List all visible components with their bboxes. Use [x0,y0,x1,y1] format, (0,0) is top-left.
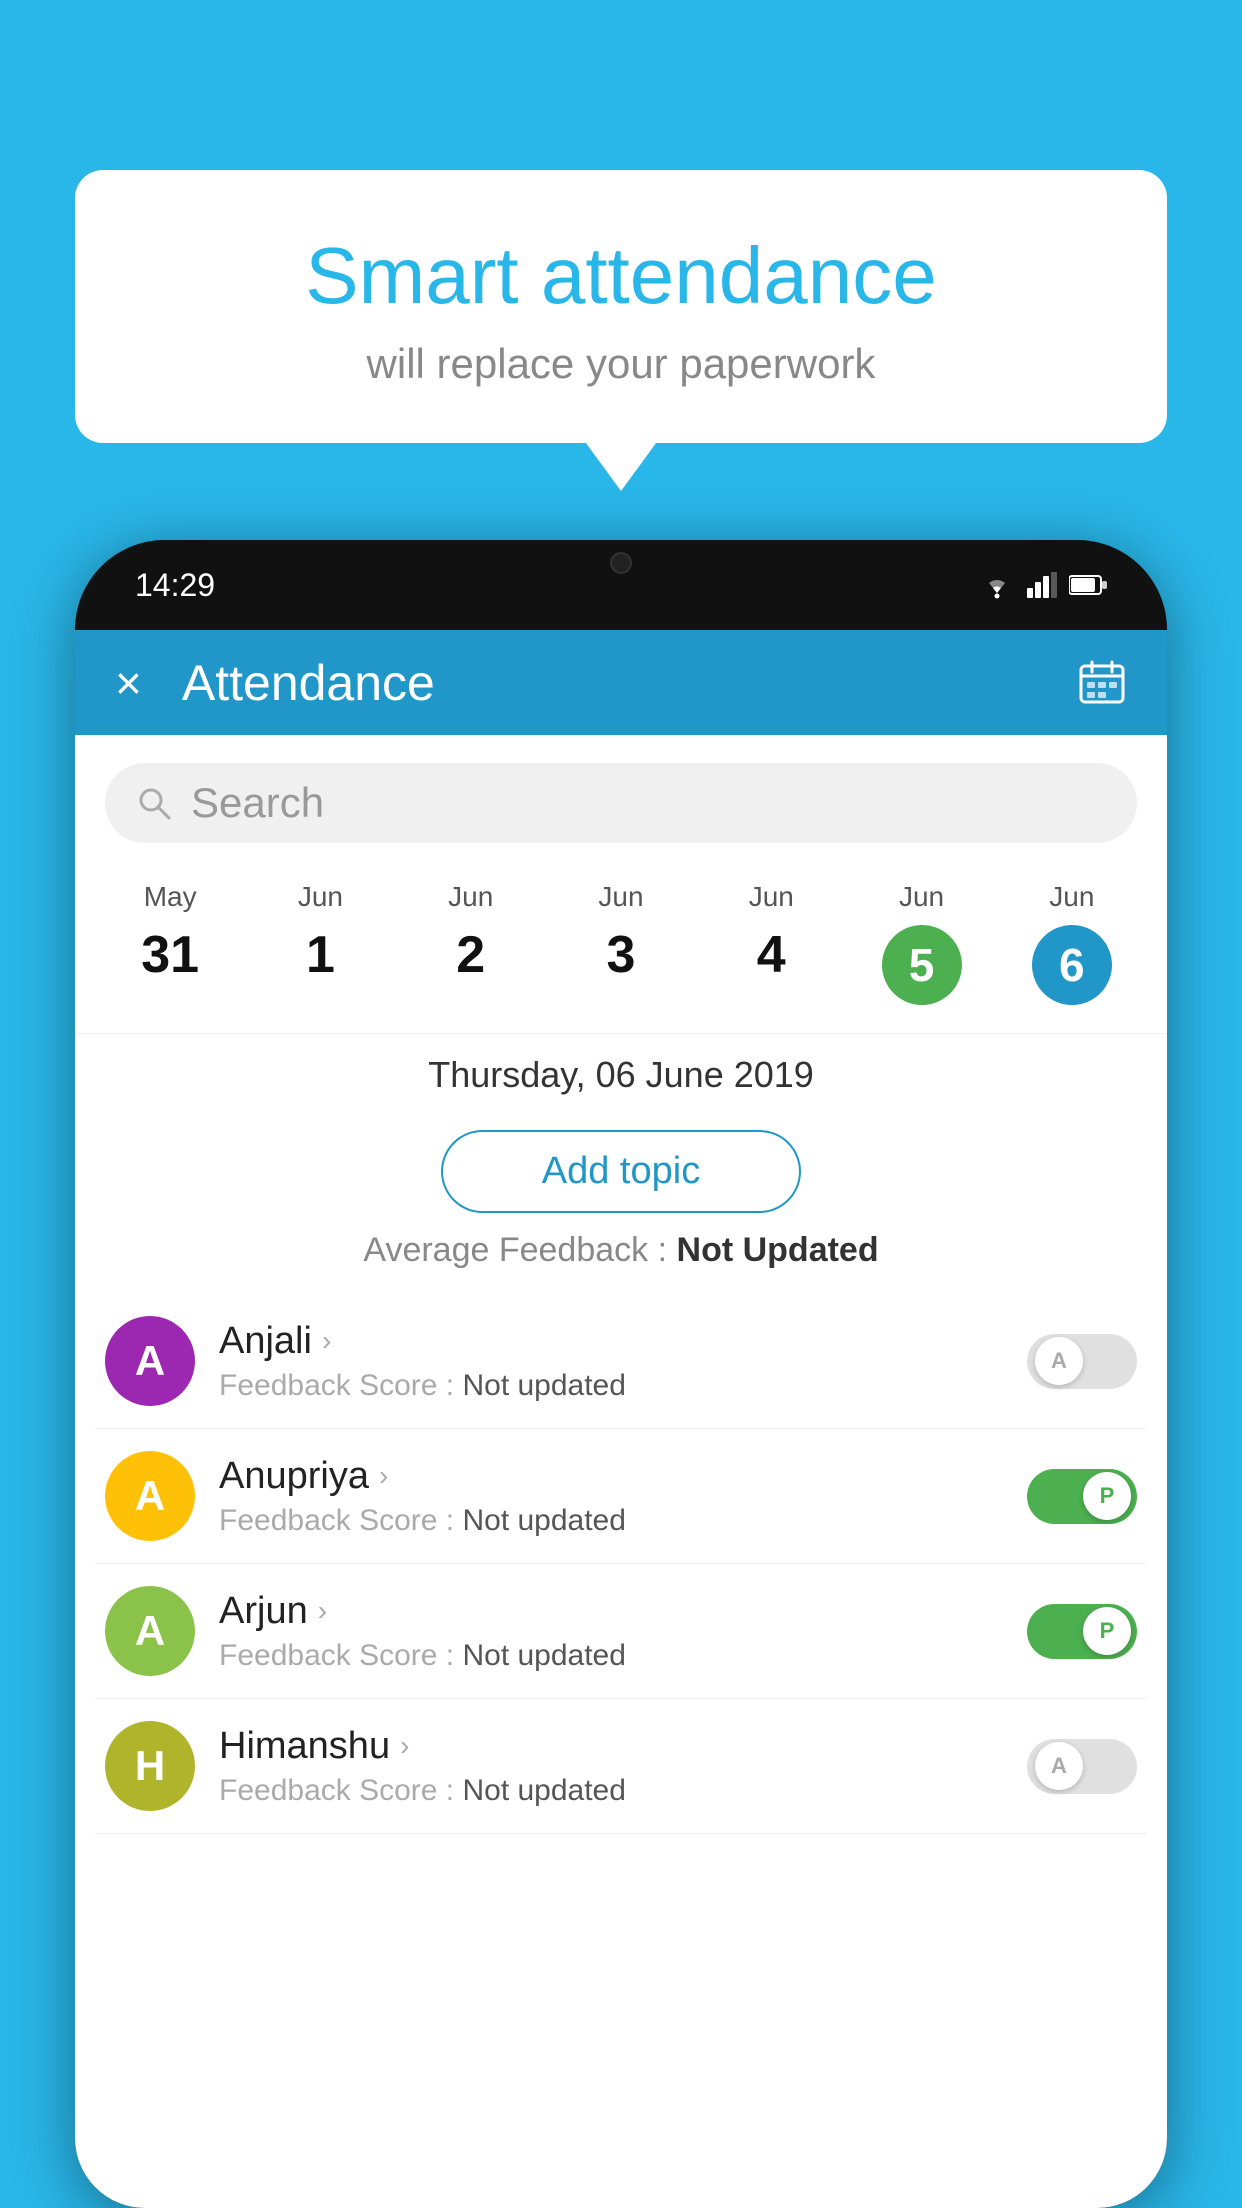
bubble-title: Smart attendance [125,230,1117,322]
status-time: 14:29 [135,567,215,604]
student-feedback: Feedback Score : Not updated [219,1504,1003,1538]
toggle-knob: A [1035,1337,1083,1385]
date-cell-5[interactable]: Jun 5 [846,863,996,1023]
student-list: AAnjali ›Feedback Score : Not updatedAAA… [75,1294,1167,1834]
attendance-toggle[interactable]: A [1027,1739,1137,1794]
date-number: 3 [607,925,636,985]
date-month: Jun [598,881,643,913]
student-name: Arjun › [219,1590,1003,1633]
date-number: 31 [141,925,199,985]
avg-feedback-label: Average Feedback : [363,1231,667,1269]
student-info: Arjun › Feedback Score : Not updated [219,1590,1003,1673]
student-info: Anupriya › Feedback Score : Not updated [219,1455,1003,1538]
date-number: 2 [456,925,485,985]
toggle-knob: A [1035,1742,1083,1790]
search-placeholder: Search [191,779,324,827]
search-bar[interactable]: Search [105,763,1137,843]
avg-feedback: Average Feedback : Not Updated [75,1231,1167,1270]
selected-date-info: Thursday, 06 June 2019 [75,1033,1167,1112]
close-button[interactable]: × [115,656,142,710]
attendance-toggle[interactable]: A [1027,1334,1137,1389]
toggle-knob: P [1083,1472,1131,1520]
date-number: 4 [757,925,786,985]
student-info: Himanshu › Feedback Score : Not updated [219,1725,1003,1808]
phone-frame: 14:29 [75,540,1167,2208]
date-number: 5 [882,925,962,1005]
student-feedback: Feedback Score : Not updated [219,1774,1003,1808]
speech-bubble: Smart attendance will replace your paper… [75,170,1167,443]
date-cell-1[interactable]: Jun 1 [245,863,395,1023]
attendance-toggle[interactable]: P [1027,1604,1137,1659]
student-name: Himanshu › [219,1725,1003,1768]
signal-icon [1027,572,1057,598]
date-strip: May 31 Jun 1 Jun 2 Jun 3 Jun 4 Jun 5 Jun 6 [75,863,1167,1023]
bubble-subtitle: will replace your paperwork [125,340,1117,388]
phone-notch [566,540,676,585]
app-header: × Attendance [75,630,1167,735]
date-month: Jun [899,881,944,913]
date-cell-6[interactable]: Jun 6 [997,863,1147,1023]
student-feedback: Feedback Score : Not updated [219,1639,1003,1673]
date-cell-2[interactable]: Jun 2 [396,863,546,1023]
student-item-0[interactable]: A Anjali › Feedback Score : Not updated A [95,1294,1147,1429]
calendar-icon[interactable] [1077,658,1127,708]
search-icon [135,784,173,822]
status-bar: 14:29 [75,540,1167,630]
date-month: Jun [298,881,343,913]
date-month: Jun [448,881,493,913]
date-number: 1 [306,925,335,985]
attendance-toggle[interactable]: P [1027,1469,1137,1524]
student-name: Anupriya › [219,1455,1003,1498]
camera [610,552,632,574]
chevron-icon: › [322,1325,331,1357]
student-avatar: A [105,1586,195,1676]
avg-feedback-value: Not Updated [677,1231,879,1269]
header-title: Attendance [182,654,1077,712]
chevron-icon: › [318,1595,327,1627]
student-feedback: Feedback Score : Not updated [219,1369,1003,1403]
date-month: May [144,881,197,913]
student-item-1[interactable]: A Anupriya › Feedback Score : Not updated P [95,1429,1147,1564]
add-topic-button[interactable]: Add topic [441,1130,801,1213]
chevron-icon: › [400,1730,409,1762]
student-item-3[interactable]: H Himanshu › Feedback Score : Not updated A [95,1699,1147,1834]
date-month: Jun [749,881,794,913]
student-avatar: A [105,1316,195,1406]
date-cell-0[interactable]: May 31 [95,863,245,1023]
date-cell-3[interactable]: Jun 3 [546,863,696,1023]
battery-icon [1069,574,1107,596]
phone-content: Search May 31 Jun 1 Jun 2 Jun 3 Jun 4 Jun 5 Jun 6 Thu… [75,735,1167,2208]
date-number: 6 [1032,925,1112,1005]
toggle-knob: P [1083,1607,1131,1655]
student-info: Anjali › Feedback Score : Not updated [219,1320,1003,1403]
date-cell-4[interactable]: Jun 4 [696,863,846,1023]
status-icons [979,571,1107,599]
wifi-icon [979,571,1015,599]
student-item-2[interactable]: A Arjun › Feedback Score : Not updated P [95,1564,1147,1699]
chevron-icon: › [379,1460,388,1492]
date-month: Jun [1049,881,1094,913]
student-name: Anjali › [219,1320,1003,1363]
selected-date-text: Thursday, 06 June 2019 [428,1054,814,1095]
student-avatar: A [105,1451,195,1541]
student-avatar: H [105,1721,195,1811]
